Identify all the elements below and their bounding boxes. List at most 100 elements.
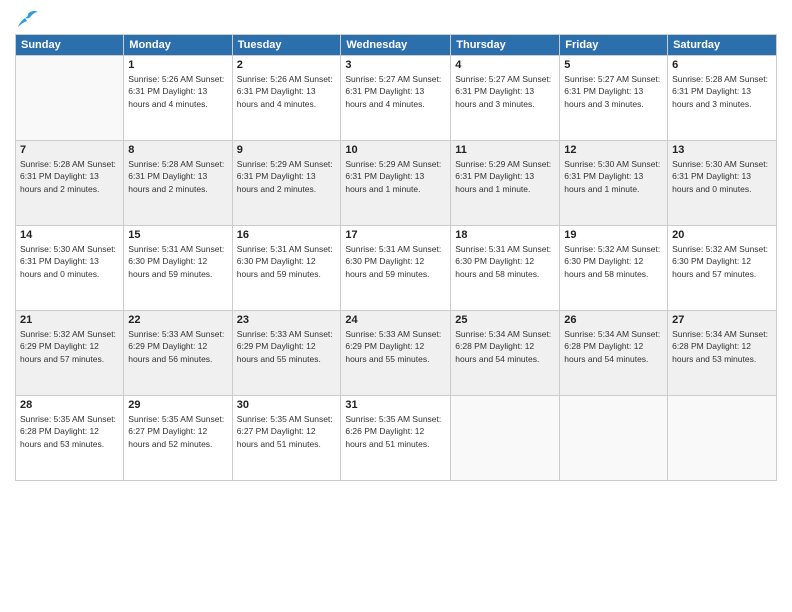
calendar-day-header: Sunday xyxy=(16,35,124,56)
day-number: 17 xyxy=(345,229,446,241)
day-number: 29 xyxy=(128,399,227,411)
day-info: Sunrise: 5:27 AM Sunset: 6:31 PM Dayligh… xyxy=(455,73,555,110)
calendar-cell: 20 Sunrise: 5:32 AM Sunset: 6:30 PM Dayli… xyxy=(668,226,777,311)
calendar-cell: 19 Sunrise: 5:32 AM Sunset: 6:30 PM Dayli… xyxy=(560,226,668,311)
day-number: 2 xyxy=(237,59,337,71)
calendar-cell: 29 Sunrise: 5:35 AM Sunset: 6:27 PM Dayli… xyxy=(124,396,232,481)
day-info: Sunrise: 5:31 AM Sunset: 6:30 PM Dayligh… xyxy=(455,243,555,280)
calendar-cell: 17 Sunrise: 5:31 AM Sunset: 6:30 PM Dayli… xyxy=(341,226,451,311)
day-number: 14 xyxy=(20,229,119,241)
day-number: 8 xyxy=(128,144,227,156)
calendar-week-row: 14 Sunrise: 5:30 AM Sunset: 6:31 PM Dayli… xyxy=(16,226,777,311)
day-info: Sunrise: 5:30 AM Sunset: 6:31 PM Dayligh… xyxy=(564,158,663,195)
day-info: Sunrise: 5:28 AM Sunset: 6:31 PM Dayligh… xyxy=(20,158,119,195)
day-number: 1 xyxy=(128,59,227,71)
calendar-cell xyxy=(668,396,777,481)
day-number: 24 xyxy=(345,314,446,326)
calendar-cell xyxy=(16,56,124,141)
calendar-cell: 2 Sunrise: 5:26 AM Sunset: 6:31 PM Daylig… xyxy=(232,56,341,141)
day-info: Sunrise: 5:32 AM Sunset: 6:30 PM Dayligh… xyxy=(564,243,663,280)
calendar-cell: 5 Sunrise: 5:27 AM Sunset: 6:31 PM Daylig… xyxy=(560,56,668,141)
day-number: 31 xyxy=(345,399,446,411)
calendar-cell: 22 Sunrise: 5:33 AM Sunset: 6:29 PM Dayli… xyxy=(124,311,232,396)
calendar-cell: 18 Sunrise: 5:31 AM Sunset: 6:30 PM Dayli… xyxy=(451,226,560,311)
calendar-day-header: Thursday xyxy=(451,35,560,56)
day-info: Sunrise: 5:29 AM Sunset: 6:31 PM Dayligh… xyxy=(237,158,337,195)
day-info: Sunrise: 5:34 AM Sunset: 6:28 PM Dayligh… xyxy=(672,328,772,365)
day-info: Sunrise: 5:27 AM Sunset: 6:31 PM Dayligh… xyxy=(564,73,663,110)
calendar-cell: 27Sunrise: 5:34 AM Sunset: 6:28 PM Dayli… xyxy=(668,311,777,396)
calendar-week-row: 1 Sunrise: 5:26 AM Sunset: 6:31 PM Daylig… xyxy=(16,56,777,141)
calendar-cell: 8 Sunrise: 5:28 AM Sunset: 6:31 PM Daylig… xyxy=(124,141,232,226)
calendar-cell: 13 Sunrise: 5:30 AM Sunset: 6:31 PM Dayli… xyxy=(668,141,777,226)
calendar-cell: 25Sunrise: 5:34 AM Sunset: 6:28 PM Dayli… xyxy=(451,311,560,396)
day-number: 10 xyxy=(345,144,446,156)
day-number: 3 xyxy=(345,59,446,71)
day-info: Sunrise: 5:35 AM Sunset: 6:28 PM Dayligh… xyxy=(20,413,119,450)
day-number: 22 xyxy=(128,314,227,326)
day-info: Sunrise: 5:33 AM Sunset: 6:29 PM Dayligh… xyxy=(128,328,227,365)
day-number: 25 xyxy=(455,314,555,326)
day-info: Sunrise: 5:29 AM Sunset: 6:31 PM Dayligh… xyxy=(345,158,446,195)
calendar-cell: 9 Sunrise: 5:29 AM Sunset: 6:31 PM Daylig… xyxy=(232,141,341,226)
day-info: Sunrise: 5:29 AM Sunset: 6:31 PM Dayligh… xyxy=(455,158,555,195)
calendar-cell xyxy=(451,396,560,481)
day-number: 9 xyxy=(237,144,337,156)
calendar-day-header: Monday xyxy=(124,35,232,56)
day-info: Sunrise: 5:28 AM Sunset: 6:31 PM Dayligh… xyxy=(128,158,227,195)
calendar-day-header: Wednesday xyxy=(341,35,451,56)
header xyxy=(15,10,777,28)
day-number: 30 xyxy=(237,399,337,411)
calendar-cell: 12 Sunrise: 5:30 AM Sunset: 6:31 PM Dayli… xyxy=(560,141,668,226)
day-number: 4 xyxy=(455,59,555,71)
day-info: Sunrise: 5:30 AM Sunset: 6:31 PM Dayligh… xyxy=(672,158,772,195)
calendar-cell: 6Sunrise: 5:28 AM Sunset: 6:31 PM Daylig… xyxy=(668,56,777,141)
day-info: Sunrise: 5:35 AM Sunset: 6:27 PM Dayligh… xyxy=(128,413,227,450)
day-info: Sunrise: 5:34 AM Sunset: 6:28 PM Dayligh… xyxy=(564,328,663,365)
calendar-week-row: 21Sunrise: 5:32 AM Sunset: 6:29 PM Dayli… xyxy=(16,311,777,396)
day-info: Sunrise: 5:31 AM Sunset: 6:30 PM Dayligh… xyxy=(345,243,446,280)
day-info: Sunrise: 5:26 AM Sunset: 6:31 PM Dayligh… xyxy=(237,73,337,110)
page: SundayMondayTuesdayWednesdayThursdayFrid… xyxy=(0,0,792,612)
calendar-week-row: 7 Sunrise: 5:28 AM Sunset: 6:31 PM Daylig… xyxy=(16,141,777,226)
calendar-cell: 23 Sunrise: 5:33 AM Sunset: 6:29 PM Dayli… xyxy=(232,311,341,396)
calendar-table: SundayMondayTuesdayWednesdayThursdayFrid… xyxy=(15,34,777,481)
calendar-cell: 30Sunrise: 5:35 AM Sunset: 6:27 PM Dayli… xyxy=(232,396,341,481)
calendar-cell: 16 Sunrise: 5:31 AM Sunset: 6:30 PM Dayli… xyxy=(232,226,341,311)
day-number: 13 xyxy=(672,144,772,156)
day-info: Sunrise: 5:31 AM Sunset: 6:30 PM Dayligh… xyxy=(237,243,337,280)
calendar-cell: 11 Sunrise: 5:29 AM Sunset: 6:31 PM Dayli… xyxy=(451,141,560,226)
logo xyxy=(15,10,39,28)
day-info: Sunrise: 5:31 AM Sunset: 6:30 PM Dayligh… xyxy=(128,243,227,280)
calendar-cell: 31Sunrise: 5:35 AM Sunset: 6:26 PM Dayli… xyxy=(341,396,451,481)
calendar-cell: 10 Sunrise: 5:29 AM Sunset: 6:31 PM Dayli… xyxy=(341,141,451,226)
day-info: Sunrise: 5:33 AM Sunset: 6:29 PM Dayligh… xyxy=(237,328,337,365)
day-number: 26 xyxy=(564,314,663,326)
day-number: 20 xyxy=(672,229,772,241)
calendar-day-header: Tuesday xyxy=(232,35,341,56)
day-number: 16 xyxy=(237,229,337,241)
calendar-cell: 7 Sunrise: 5:28 AM Sunset: 6:31 PM Daylig… xyxy=(16,141,124,226)
calendar-cell: 15 Sunrise: 5:31 AM Sunset: 6:30 PM Dayli… xyxy=(124,226,232,311)
calendar-header-row: SundayMondayTuesdayWednesdayThursdayFrid… xyxy=(16,35,777,56)
day-info: Sunrise: 5:27 AM Sunset: 6:31 PM Dayligh… xyxy=(345,73,446,110)
day-number: 7 xyxy=(20,144,119,156)
calendar-week-row: 28Sunrise: 5:35 AM Sunset: 6:28 PM Dayli… xyxy=(16,396,777,481)
day-number: 6 xyxy=(672,59,772,71)
day-number: 18 xyxy=(455,229,555,241)
day-number: 12 xyxy=(564,144,663,156)
day-number: 11 xyxy=(455,144,555,156)
calendar-cell: 14 Sunrise: 5:30 AM Sunset: 6:31 PM Dayli… xyxy=(16,226,124,311)
calendar-cell: 24Sunrise: 5:33 AM Sunset: 6:29 PM Dayli… xyxy=(341,311,451,396)
calendar-cell: 21Sunrise: 5:32 AM Sunset: 6:29 PM Dayli… xyxy=(16,311,124,396)
day-info: Sunrise: 5:30 AM Sunset: 6:31 PM Dayligh… xyxy=(20,243,119,280)
day-number: 19 xyxy=(564,229,663,241)
calendar-cell: 3 Sunrise: 5:27 AM Sunset: 6:31 PM Daylig… xyxy=(341,56,451,141)
day-number: 23 xyxy=(237,314,337,326)
calendar-day-header: Friday xyxy=(560,35,668,56)
calendar-cell: 1Sunrise: 5:26 AM Sunset: 6:31 PM Daylig… xyxy=(124,56,232,141)
day-info: Sunrise: 5:32 AM Sunset: 6:30 PM Dayligh… xyxy=(672,243,772,280)
day-number: 5 xyxy=(564,59,663,71)
calendar-cell: 28Sunrise: 5:35 AM Sunset: 6:28 PM Dayli… xyxy=(16,396,124,481)
day-number: 15 xyxy=(128,229,227,241)
